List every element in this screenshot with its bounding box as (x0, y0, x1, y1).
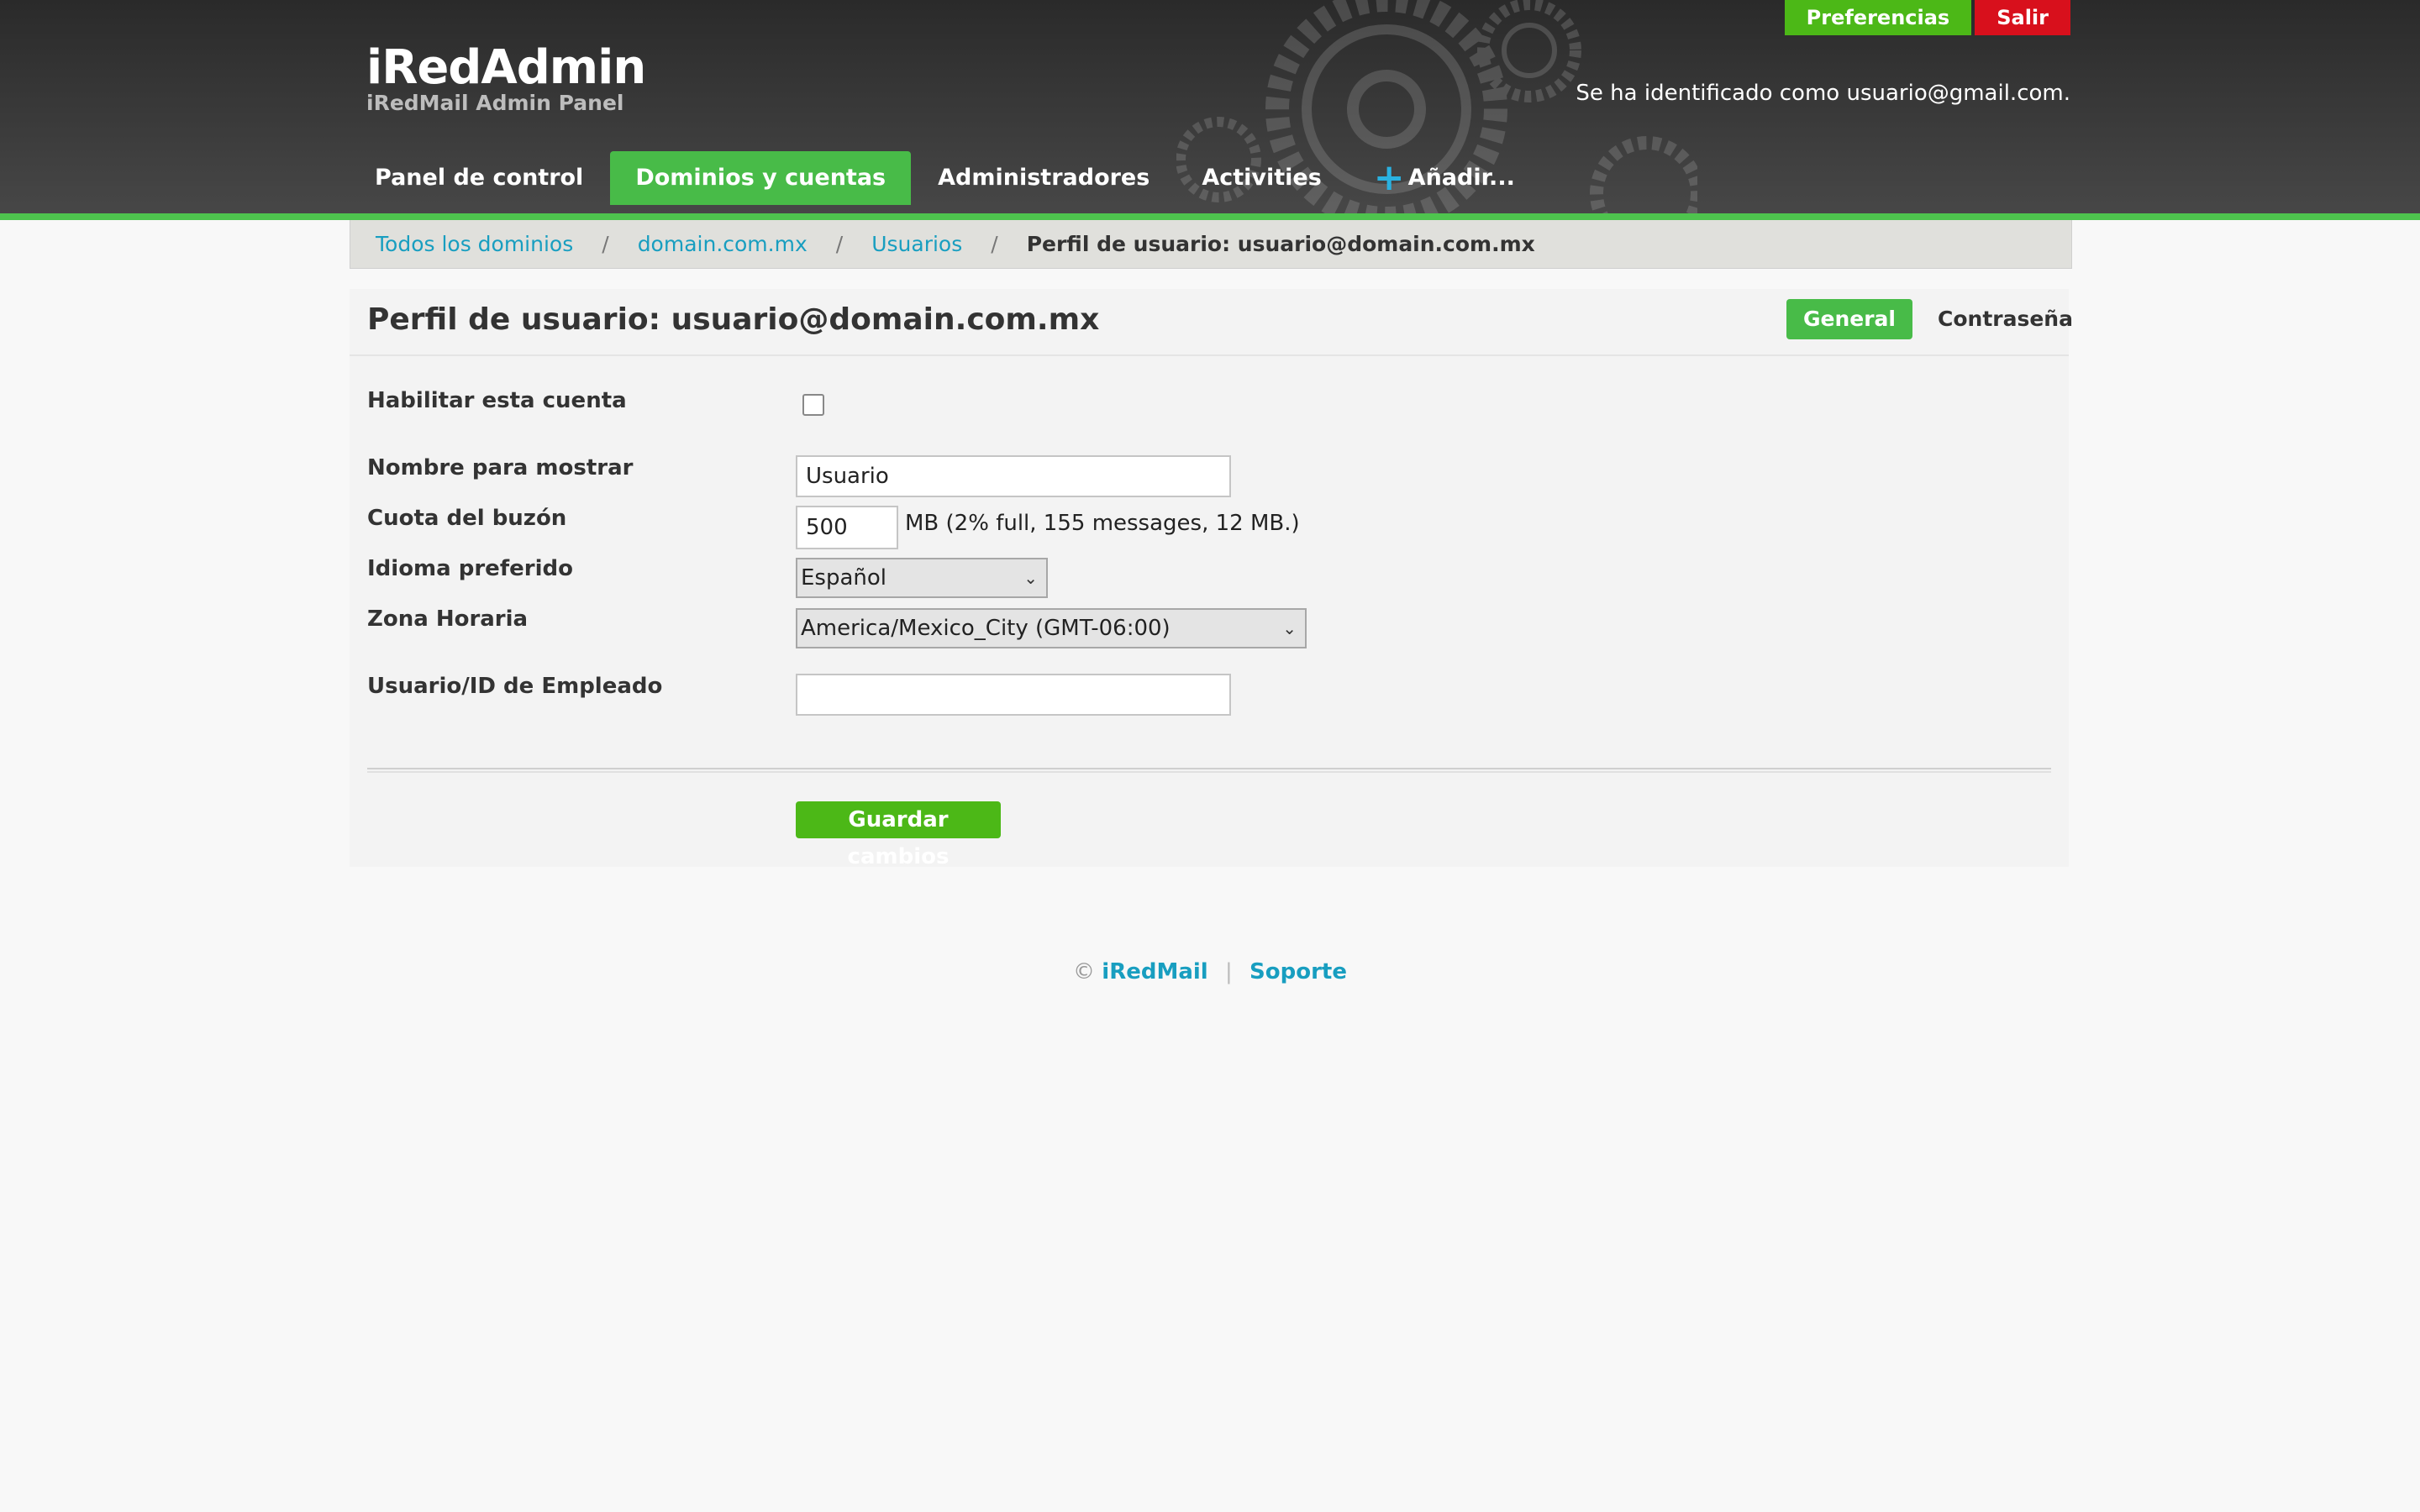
display-name-field[interactable] (796, 455, 1231, 497)
nav-add-label: Añadir... (1407, 165, 1515, 191)
brand-title: iRedAdmin (366, 40, 646, 95)
plus-icon: + (1373, 156, 1405, 199)
header: iRedAdmin iRedMail Admin Panel Preferenc… (0, 0, 2420, 220)
breadcrumb-current: Perfil de usuario: usuario@domain.com.mx (1026, 232, 1535, 256)
nav-activities[interactable]: Activities (1176, 151, 1346, 205)
language-select[interactable]: Español ⌄ (796, 558, 1048, 598)
nav-dashboard[interactable]: Panel de control (350, 151, 608, 205)
timezone-select[interactable]: America/Mexico_City (GMT-06:00) ⌄ (796, 608, 1307, 648)
chevron-down-icon: ⌄ (1023, 568, 1038, 588)
employee-id-field[interactable] (796, 674, 1231, 716)
employee-id-label: Usuario/ID de Empleado (367, 674, 663, 699)
footer-iredmail-link[interactable]: iRedMail (1102, 959, 1207, 984)
page-title: Perfil de usuario: usuario@domain.com.mx (367, 302, 1100, 337)
tab-general[interactable]: General (1786, 299, 1912, 339)
copyright-symbol: © (1073, 959, 1096, 984)
footer-support-link[interactable]: Soporte (1249, 959, 1347, 984)
page: iRedAdmin iRedMail Admin Panel Preferenc… (0, 0, 2420, 1512)
preferences-button[interactable]: Preferencias (1784, 0, 1972, 35)
breadcrumb-separator: / (602, 232, 609, 256)
display-name-label: Nombre para mostrar (367, 455, 634, 480)
form-divider (367, 768, 2051, 773)
quota-usage-note: MB (2% full, 155 messages, 12 MB.) (905, 511, 1300, 536)
panel-header: Perfil de usuario: usuario@domain.com.mx… (350, 289, 2073, 356)
breadcrumb-separator: / (835, 232, 844, 256)
quota-label: Cuota del buzón (367, 506, 567, 531)
profile-panel: Perfil de usuario: usuario@domain.com.mx… (350, 289, 2073, 869)
breadcrumb-all-domains[interactable]: Todos los dominios (376, 232, 573, 256)
save-button[interactable]: Guardar cambios (796, 801, 1001, 869)
footer-separator: | (1224, 959, 1233, 984)
main-nav: Panel de control Dominios y cuentas Admi… (350, 151, 1542, 205)
timezone-value: America/Mexico_City (GMT-06:00) (801, 616, 1171, 641)
breadcrumb-domain[interactable]: domain.com.mx (638, 232, 808, 256)
breadcrumb-separator: / (991, 232, 998, 256)
timezone-label: Zona Horaria (367, 606, 529, 632)
nav-add[interactable]: + Añadir... (1349, 151, 1540, 205)
logged-in-status: Se ha identificado como usuario@gmail.co… (1576, 81, 2070, 106)
nav-domains-accounts[interactable]: Dominios y cuentas (610, 151, 912, 205)
breadcrumb: Todos los dominios / domain.com.mx / Usu… (350, 220, 2072, 269)
nav-admins[interactable]: Administradores (913, 151, 1175, 205)
tab-password[interactable]: Contraseña (1921, 299, 2090, 339)
breadcrumb-users[interactable]: Usuarios (871, 232, 962, 256)
logout-button[interactable]: Salir (1975, 0, 2070, 35)
top-links: Preferencias Salir (1784, 0, 2070, 35)
chevron-down-icon: ⌄ (1282, 618, 1297, 638)
language-value: Español (801, 565, 887, 591)
brand-subtitle: iRedMail Admin Panel (366, 91, 624, 115)
quota-field[interactable] (796, 506, 898, 549)
enable-account-label: Habilitar esta cuenta (367, 388, 627, 413)
footer: © iRedMail | Soporte (0, 959, 2420, 984)
enable-account-checkbox[interactable] (802, 394, 824, 416)
language-label: Idioma preferido (367, 556, 573, 581)
